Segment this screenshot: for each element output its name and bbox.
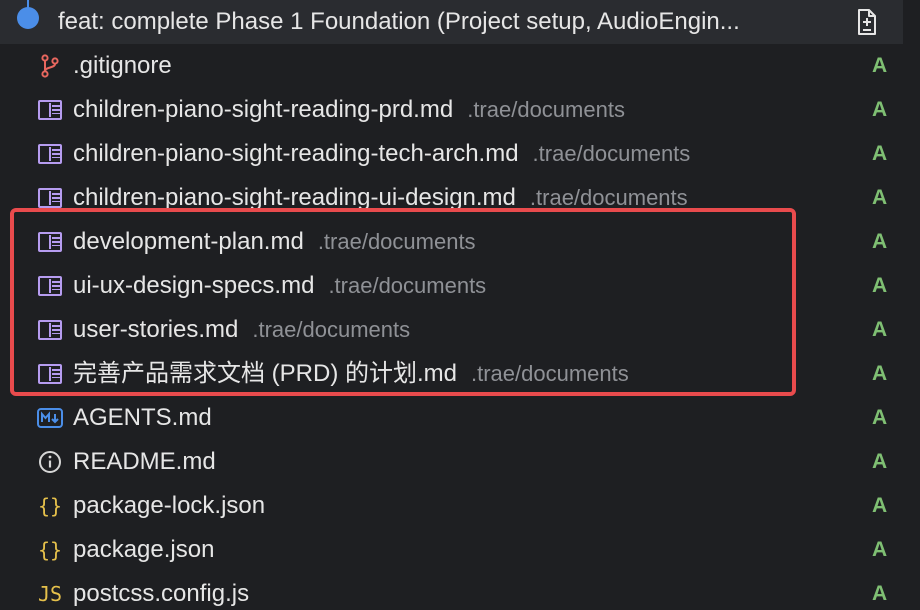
file-name: package-lock.json bbox=[73, 492, 265, 520]
file-row-agents[interactable]: AGENTS.md A bbox=[0, 396, 903, 440]
status-badge: A bbox=[872, 186, 888, 209]
status-badge: A bbox=[872, 54, 888, 77]
file-path: .trae/documents bbox=[328, 273, 487, 298]
file-name: children-piano-sight-reading-tech-arch.m… bbox=[73, 140, 690, 168]
status-badge: A bbox=[872, 142, 888, 165]
file-name-text: user-stories.md bbox=[73, 316, 239, 343]
open-changes-icon[interactable] bbox=[852, 6, 880, 38]
file-name: .gitignore bbox=[73, 52, 172, 80]
markdown-down-icon bbox=[36, 406, 64, 430]
markdown-doc-icon bbox=[36, 230, 64, 254]
markdown-doc-icon bbox=[36, 318, 64, 342]
file-name: postcss.config.js bbox=[73, 580, 249, 608]
file-name-text: children-piano-sight-reading-ui-design.m… bbox=[73, 184, 516, 211]
file-name: 完善产品需求文档 (PRD) 的计划.md .trae/documents bbox=[73, 360, 629, 388]
file-name: children-piano-sight-reading-ui-design.m… bbox=[73, 184, 688, 212]
file-name: children-piano-sight-reading-prd.md .trae… bbox=[73, 96, 625, 124]
file-name-text: postcss.config.js bbox=[73, 580, 250, 607]
markdown-doc-icon bbox=[36, 186, 64, 210]
git-branch-icon bbox=[36, 54, 64, 78]
commit-entry[interactable]: feat: complete Phase 1 Foundation (Proje… bbox=[0, 0, 903, 44]
file-path: .trae/documents bbox=[471, 361, 629, 386]
status-badge: A bbox=[872, 230, 888, 253]
status-badge: A bbox=[872, 318, 888, 341]
file-name: README.md bbox=[73, 448, 216, 476]
file-name: ui-ux-design-specs.md .trae/documents bbox=[73, 272, 486, 300]
file-row-gitignore[interactable]: .gitignore A bbox=[0, 44, 903, 88]
file-name-text: README.md bbox=[73, 448, 216, 475]
file-row-ui-ux-specs[interactable]: ui-ux-design-specs.md .trae/documents A bbox=[0, 264, 903, 308]
status-badge: A bbox=[872, 406, 888, 429]
file-name-text: children-piano-sight-reading-tech-arch.m… bbox=[73, 140, 519, 167]
info-icon bbox=[36, 450, 64, 474]
status-badge: A bbox=[872, 98, 888, 121]
file-row-prd-plan[interactable]: 完善产品需求文档 (PRD) 的计划.md .trae/documents A bbox=[0, 352, 903, 396]
status-badge: A bbox=[872, 538, 888, 561]
file-row-prd[interactable]: children-piano-sight-reading-prd.md .trae… bbox=[0, 88, 903, 132]
file-path: .trae/documents bbox=[529, 185, 688, 210]
commit-title: feat: complete Phase 1 Foundation (Proje… bbox=[58, 8, 740, 35]
file-name-text: development-plan.md bbox=[73, 228, 304, 255]
markdown-doc-icon bbox=[36, 274, 64, 298]
file-name: package.json bbox=[73, 536, 214, 564]
commit-graph-node bbox=[17, 7, 39, 29]
markdown-doc-icon bbox=[36, 142, 64, 166]
file-name-text: 完善产品需求文档 (PRD) 的计划.md bbox=[73, 360, 457, 387]
file-name: AGENTS.md bbox=[73, 404, 212, 432]
file-name-text: AGENTS.md bbox=[73, 404, 212, 431]
file-name-text: children-piano-sight-reading-prd.md bbox=[73, 96, 454, 123]
source-control-panel: feat: complete Phase 1 Foundation (Proje… bbox=[0, 0, 920, 610]
file-path: .trae/documents bbox=[317, 229, 476, 254]
markdown-doc-icon bbox=[36, 362, 64, 386]
file-name-text: package-lock.json bbox=[73, 492, 266, 519]
file-path: .trae/documents bbox=[467, 97, 625, 122]
javascript-icon: JS bbox=[37, 582, 63, 606]
file-row-development-plan[interactable]: development-plan.md .trae/documents A bbox=[0, 220, 903, 264]
file-name-text: ui-ux-design-specs.md bbox=[73, 272, 315, 299]
file-name-text: .gitignore bbox=[73, 52, 172, 79]
changed-files-list: .gitignore A children-piano-sight-readin… bbox=[0, 44, 920, 610]
file-row-postcss[interactable]: JS postcss.config.js A bbox=[0, 572, 903, 610]
file-row-user-stories[interactable]: user-stories.md .trae/documents A bbox=[0, 308, 903, 352]
file-path: .trae/documents bbox=[252, 317, 411, 342]
json-braces-icon: {} bbox=[37, 494, 63, 518]
file-path: .trae/documents bbox=[532, 141, 691, 166]
file-name: development-plan.md .trae/documents bbox=[73, 228, 476, 256]
file-row-tech-arch[interactable]: children-piano-sight-reading-tech-arch.m… bbox=[0, 132, 903, 176]
status-badge: A bbox=[872, 582, 888, 605]
status-badge: A bbox=[872, 362, 888, 385]
scrollbar-gutter[interactable] bbox=[903, 0, 920, 610]
file-row-ui-design[interactable]: children-piano-sight-reading-ui-design.m… bbox=[0, 176, 903, 220]
file-row-readme[interactable]: README.md A bbox=[0, 440, 903, 484]
status-badge: A bbox=[872, 494, 888, 517]
file-row-package-lock[interactable]: {} package-lock.json A bbox=[0, 484, 903, 528]
status-badge: A bbox=[872, 274, 888, 297]
file-name-text: package.json bbox=[73, 536, 215, 563]
file-name: user-stories.md .trae/documents bbox=[73, 316, 410, 344]
json-braces-icon: {} bbox=[37, 538, 63, 562]
status-badge: A bbox=[872, 450, 888, 473]
file-row-package[interactable]: {} package.json A bbox=[0, 528, 903, 572]
markdown-doc-icon bbox=[36, 98, 64, 122]
